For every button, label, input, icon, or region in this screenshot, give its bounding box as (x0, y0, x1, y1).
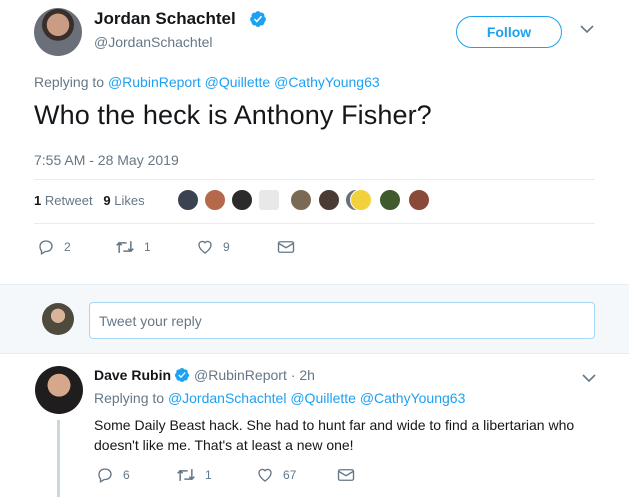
liker-avatar[interactable] (290, 189, 312, 211)
liker-avatar[interactable] (204, 189, 226, 211)
replying-to-line: Replying to @RubinReport @Quillette @Cat… (34, 74, 380, 90)
verified-badge-icon (175, 368, 190, 382)
reply-icon (98, 468, 112, 483)
mention-link[interactable]: @JordanSchachtel (168, 390, 287, 406)
like-icon (198, 240, 212, 254)
divider (34, 179, 595, 180)
thread-line (57, 420, 60, 497)
tweet-text: Who the heck is Anthony Fisher? (34, 100, 432, 130)
retweet-icon (116, 241, 134, 253)
reply-icon (39, 240, 53, 255)
reply-time[interactable]: · 2h (291, 367, 315, 383)
mention-link[interactable]: @CathyYoung63 (360, 390, 466, 406)
tweet-timestamp[interactable]: 7:55 AM - 28 May 2019 (34, 152, 179, 168)
direct-message-action[interactable] (337, 467, 355, 483)
reply-action[interactable]: 2 (37, 238, 71, 256)
like-label[interactable]: Likes (114, 193, 144, 208)
retweet-action[interactable]: 1 (115, 238, 151, 256)
mention-link[interactable]: @Quillette (205, 74, 271, 90)
replying-to-label: Replying to (34, 74, 105, 90)
retweet-action[interactable]: 1 (176, 466, 212, 484)
liker-avatar[interactable] (350, 189, 372, 211)
like-action-count: 9 (223, 240, 230, 254)
liker-avatar[interactable] (258, 189, 280, 211)
like-action-count: 67 (283, 468, 297, 482)
retweet-icon (177, 469, 195, 481)
divider (34, 223, 595, 224)
reply-input[interactable]: Tweet your reply (89, 302, 595, 339)
reply-action[interactable]: 6 (96, 466, 130, 484)
reply-author-name[interactable]: Dave Rubin (94, 367, 171, 383)
mention-link[interactable]: @Quillette (290, 390, 356, 406)
author-avatar[interactable] (34, 8, 82, 56)
mention-link[interactable]: @CathyYoung63 (274, 74, 380, 90)
reply-tweet-text: Some Daily Beast hack. She had to hunt f… (94, 417, 575, 453)
reply-author-avatar[interactable] (35, 366, 83, 414)
liker-avatar[interactable] (379, 189, 401, 211)
replying-to-label: Replying to (94, 390, 165, 406)
direct-message-icon (337, 469, 355, 481)
like-count[interactable]: 9 (103, 193, 110, 208)
liker-avatar[interactable] (177, 189, 199, 211)
like-action[interactable]: 9 (196, 238, 230, 256)
engagement-stats: 1 Retweet 9 Likes (34, 193, 145, 208)
replying-to-line: Replying to @JordanSchachtel @Quillette … (94, 390, 465, 406)
author-handle[interactable]: @JordanSchachtel (94, 34, 213, 50)
mention-link[interactable]: @RubinReport (108, 74, 201, 90)
liker-avatar[interactable] (408, 189, 430, 211)
verified-badge-icon (250, 11, 266, 27)
chevron-down-icon[interactable] (582, 373, 596, 383)
reply-count: 6 (123, 468, 130, 482)
reply-header: Dave Rubin @RubinReport · 2h (94, 367, 315, 383)
direct-message-action[interactable] (277, 239, 295, 255)
liker-avatar[interactable] (231, 189, 253, 211)
retweet-label[interactable]: Retweet (45, 193, 93, 208)
retweet-count[interactable]: 1 (34, 193, 41, 208)
reply-count: 2 (64, 240, 71, 254)
current-user-avatar[interactable] (42, 303, 74, 335)
like-action[interactable]: 67 (256, 466, 296, 484)
liker-avatar[interactable] (318, 189, 340, 211)
reply-author-handle[interactable]: @RubinReport (194, 367, 287, 383)
like-icon (258, 468, 272, 482)
chevron-down-icon[interactable] (580, 24, 594, 34)
retweet-action-count: 1 (144, 240, 151, 254)
follow-button[interactable]: Follow (456, 16, 562, 48)
direct-message-icon (277, 241, 295, 253)
author-name[interactable]: Jordan Schachtel (94, 9, 236, 29)
retweet-action-count: 1 (205, 468, 212, 482)
